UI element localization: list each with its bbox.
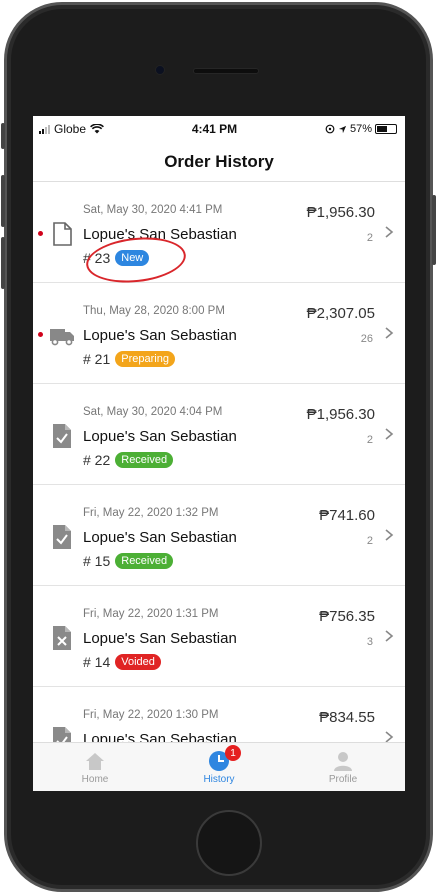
tab-home[interactable]: Home: [33, 743, 157, 791]
order-list[interactable]: Lopue's Sat, May 30, 2020 4:41 PM Lopue'…: [33, 182, 405, 742]
order-date: Thu, May 28, 2020 8:00 PM: [83, 305, 225, 317]
order-item-count: 2: [366, 232, 373, 244]
document-check-icon: [48, 523, 76, 551]
volume-down-button: [1, 237, 5, 289]
chevron-right-icon: [385, 630, 394, 642]
battery-percent: 57%: [349, 123, 372, 135]
document-check-icon: [48, 725, 76, 742]
notification-badge: 1: [225, 745, 241, 761]
app-screen: Globe 4:41 PM 57% Order History Lopue's …: [33, 116, 405, 791]
carrier-name: Globe: [54, 122, 87, 136]
order-row[interactable]: Thu, May 28, 2020 8:00 PM Lopue's San Se…: [33, 283, 405, 384]
order-item-count: 2: [366, 535, 373, 547]
document-check-icon: [48, 422, 76, 450]
chevron-right-icon: [385, 428, 394, 440]
volume-up-button: [1, 175, 5, 227]
tab-bar: Home History 1 Profile: [33, 742, 405, 791]
order-row[interactable]: Sat, May 30, 2020 4:41 PM Lopue's San Se…: [33, 182, 405, 283]
document-icon: [48, 220, 76, 248]
order-number: # 23: [83, 250, 111, 266]
status-badge: New: [115, 250, 150, 266]
order-item-count: 3: [366, 636, 373, 648]
home-icon: [84, 750, 106, 772]
status-badge: Received: [115, 553, 174, 569]
chevron-right-icon: [385, 731, 394, 742]
tab-profile[interactable]: Profile: [281, 743, 405, 791]
order-store-name: Lopue's San Sebastian: [83, 327, 237, 344]
order-price: ₱1,956.30: [306, 406, 375, 423]
mute-switch: [1, 123, 5, 149]
order-price: ₱834.55: [319, 709, 375, 726]
cellular-signal-icon: [39, 124, 50, 134]
front-camera: [155, 65, 165, 75]
order-item-count: 2: [366, 434, 373, 446]
order-price: ₱2,307.05: [306, 305, 375, 322]
order-price: ₱1,956.30: [306, 204, 375, 221]
person-icon: [332, 750, 354, 772]
order-row[interactable]: Sat, May 30, 2020 4:04 PM Lopue's San Se…: [33, 384, 405, 485]
home-button[interactable]: [196, 810, 262, 876]
location-lock-icon: [325, 124, 335, 134]
order-store-name: Lopue's San Sebastian: [83, 428, 237, 445]
chevron-right-icon: [385, 226, 394, 238]
order-date: Sat, May 30, 2020 4:04 PM: [83, 406, 223, 418]
order-date: Fri, May 22, 2020 1:30 PM: [83, 709, 219, 721]
earpiece-speaker: [193, 68, 259, 74]
unread-dot: [38, 332, 43, 337]
order-row[interactable]: Fri, May 22, 2020 1:31 PM Lopue's San Se…: [33, 586, 405, 687]
unread-dot: [38, 231, 43, 236]
status-time: 4:41 PM: [191, 122, 238, 136]
tab-history[interactable]: History 1: [157, 743, 281, 791]
tab-label: Home: [81, 773, 109, 785]
order-number: # 15: [83, 553, 111, 569]
delivery-truck-icon: [48, 321, 76, 349]
order-store-name: Lopue's San Sebastian: [83, 630, 237, 647]
status-badge: Preparing: [115, 351, 175, 367]
order-number: # 14: [83, 654, 111, 670]
tab-label: History: [203, 773, 235, 785]
order-store-name: Lopue's San Sebastian: [83, 226, 237, 243]
order-date: Sat, May 30, 2020 4:41 PM: [83, 204, 223, 216]
order-number: # 21: [83, 351, 111, 367]
order-store-name: Lopue's San Sebastian: [83, 731, 237, 742]
status-badge: Received: [115, 452, 174, 468]
chevron-right-icon: [385, 327, 394, 339]
location-arrow-icon: [338, 125, 347, 133]
order-store-name: Lopue's San Sebastian: [83, 529, 237, 546]
document-x-icon: [48, 624, 76, 652]
order-price: ₱756.35: [319, 608, 375, 625]
order-price: ₱741.60: [319, 507, 375, 524]
page-title: Order History: [33, 142, 405, 182]
chevron-right-icon: [385, 529, 394, 541]
order-date: Fri, May 22, 2020 1:32 PM: [83, 507, 219, 519]
order-date: Fri, May 22, 2020 1:31 PM: [83, 608, 219, 620]
power-button: [432, 195, 436, 265]
wifi-icon: [90, 124, 104, 134]
battery-icon: [374, 124, 397, 134]
tab-label: Profile: [328, 773, 358, 785]
order-number: # 22: [83, 452, 111, 468]
order-row[interactable]: Fri, May 22, 2020 1:30 PM Lopue's San Se…: [33, 687, 405, 742]
order-item-count: 26: [360, 333, 373, 345]
order-row[interactable]: Fri, May 22, 2020 1:32 PM Lopue's San Se…: [33, 485, 405, 586]
status-bar: Globe 4:41 PM 57%: [33, 116, 405, 142]
status-badge: Voided: [115, 654, 161, 670]
